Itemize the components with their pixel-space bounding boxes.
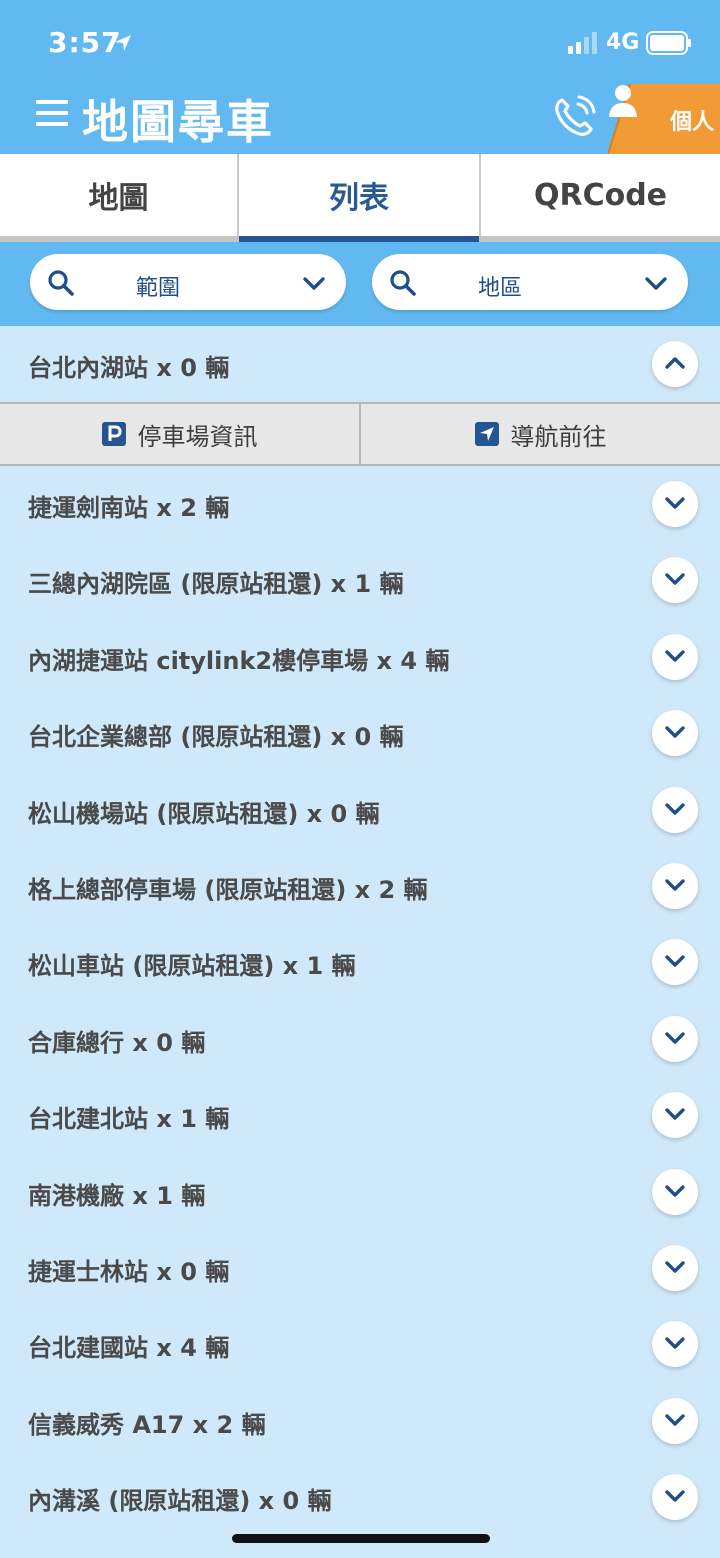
expand-button[interactable] bbox=[652, 1321, 698, 1368]
range-filter-label: 範圍 bbox=[135, 276, 180, 301]
chevron-down-icon bbox=[665, 726, 685, 738]
list-item[interactable]: 松山車站 (限原站租還) x 1 輛 bbox=[0, 924, 720, 1000]
chevron-up-icon bbox=[665, 357, 685, 369]
expand-button[interactable] bbox=[652, 862, 698, 909]
home-indicator bbox=[232, 1534, 490, 1543]
tab-qrcode-label: QRCode bbox=[533, 177, 668, 213]
chevron-down-icon bbox=[303, 277, 325, 290]
chevron-down-icon bbox=[665, 802, 685, 815]
station-label: 台北內湖站 x 0 輛 bbox=[28, 354, 230, 382]
expand-button[interactable] bbox=[652, 1092, 698, 1139]
profile-button[interactable]: 個人 bbox=[608, 84, 720, 154]
person-icon bbox=[609, 85, 637, 117]
expand-button[interactable] bbox=[652, 1244, 698, 1291]
list-item[interactable]: 台北建國站 x 4 輛 bbox=[0, 1306, 720, 1382]
chevron-down-icon bbox=[665, 1490, 685, 1502]
station-action-bar: 停車場資訊 導航前往 bbox=[0, 402, 720, 466]
list-item[interactable]: 松山機場站 (限原站租還) x 0 輛 bbox=[0, 772, 720, 848]
parking-info-label: 停車場資訊 bbox=[137, 422, 258, 451]
view-tab-bar: 地圖 列表 QRCode bbox=[0, 154, 720, 242]
chevron-down-icon bbox=[665, 1032, 685, 1044]
station-label: 捷運士林站 x 0 輛 bbox=[28, 1257, 230, 1286]
chevron-down-icon bbox=[665, 955, 685, 968]
list-item[interactable]: 內湖捷運站 citylink2樓停車場 x 4 輛 bbox=[0, 619, 720, 695]
navigate-button[interactable]: 導航前往 bbox=[361, 404, 720, 464]
chevron-down-icon bbox=[665, 1337, 685, 1349]
station-label: 三總內湖院區 (限原站租還) x 1 輛 bbox=[28, 570, 404, 599]
station-label: 松山機場站 (限原站租還) x 0 輛 bbox=[28, 799, 380, 828]
list-item[interactable]: 捷運士林站 x 0 輛 bbox=[0, 1230, 720, 1306]
list-item[interactable]: 捷運劍南站 x 2 輛 bbox=[0, 466, 720, 542]
app-header: 3:57 4G 地圖尋車 個人 bbox=[0, 0, 720, 154]
profile-label: 個人 bbox=[670, 110, 715, 135]
list-item-expanded[interactable]: 台北內湖站 x 0 輛 bbox=[0, 326, 720, 402]
tab-map[interactable]: 地圖 bbox=[0, 154, 239, 236]
station-label: 松山車站 (限原站租還) x 1 輛 bbox=[28, 952, 356, 981]
station-label: 合庫總行 x 0 輛 bbox=[28, 1028, 206, 1057]
list-item[interactable]: 內溝溪 (限原站租還) x 0 輛 bbox=[0, 1459, 720, 1535]
list-item[interactable]: 台北企業總部 (限原站租還) x 0 輛 bbox=[0, 695, 720, 771]
chevron-down-icon bbox=[665, 650, 685, 662]
chevron-down-icon bbox=[665, 1184, 685, 1197]
filter-bar: 範圍 地區 bbox=[0, 242, 720, 326]
signal-strength-icon bbox=[568, 32, 597, 54]
expand-button[interactable] bbox=[652, 481, 698, 527]
chevron-down-icon bbox=[665, 1413, 685, 1426]
expand-button[interactable] bbox=[652, 786, 698, 833]
phone-call-icon[interactable] bbox=[552, 94, 598, 138]
range-filter-select[interactable]: 範圍 bbox=[30, 254, 346, 310]
expand-button[interactable] bbox=[652, 1397, 698, 1444]
chevron-down-icon bbox=[665, 573, 685, 586]
station-label: 台北建國站 x 4 輛 bbox=[28, 1334, 230, 1363]
expand-button[interactable] bbox=[652, 1474, 698, 1521]
menu-icon[interactable] bbox=[36, 98, 68, 128]
list-item[interactable]: 南港機廠 x 1 輛 bbox=[0, 1154, 720, 1230]
chevron-down-icon bbox=[665, 879, 685, 891]
parking-icon bbox=[101, 422, 126, 446]
expand-button[interactable] bbox=[652, 633, 698, 680]
list-item[interactable]: 三總內湖院區 (限原站租還) x 1 輛 bbox=[0, 542, 720, 618]
expand-button[interactable] bbox=[652, 939, 698, 986]
list-item[interactable]: 合庫總行 x 0 輛 bbox=[0, 1001, 720, 1077]
status-bar: 3:57 4G bbox=[0, 0, 720, 80]
navigate-label: 導航前往 bbox=[510, 422, 607, 451]
chevron-down-icon bbox=[665, 1108, 685, 1120]
tab-qrcode[interactable]: QRCode bbox=[481, 154, 720, 236]
collapse-button[interactable] bbox=[652, 341, 698, 387]
station-label: 南港機廠 x 1 輛 bbox=[28, 1181, 206, 1210]
station-list: 台北內湖站 x 0 輛 停車場資訊 導航前往 捷運劍南站 x 2 輛三總內湖院區… bbox=[0, 326, 720, 1535]
list-item[interactable]: 台北建北站 x 1 輛 bbox=[0, 1077, 720, 1153]
list-item[interactable]: 格上總部停車場 (限原站租還) x 2 輛 bbox=[0, 848, 720, 924]
tab-map-label: 地圖 bbox=[88, 181, 149, 216]
station-label: 信義威秀 A17 x 2 輛 bbox=[28, 1410, 266, 1439]
station-rows: 捷運劍南站 x 2 輛三總內湖院區 (限原站租還) x 1 輛內湖捷運站 cit… bbox=[0, 466, 720, 1535]
expand-button[interactable] bbox=[652, 710, 698, 757]
expand-button[interactable] bbox=[652, 1168, 698, 1215]
page-title: 地圖尋車 bbox=[82, 95, 274, 149]
network-label: 4G bbox=[606, 30, 640, 55]
area-filter-select[interactable]: 地區 bbox=[372, 254, 688, 310]
station-label: 內溝溪 (限原站租還) x 0 輛 bbox=[28, 1487, 332, 1516]
battery-icon bbox=[646, 31, 691, 55]
chevron-down-icon bbox=[665, 1261, 685, 1273]
expand-button[interactable] bbox=[652, 557, 698, 604]
tab-list[interactable]: 列表 bbox=[239, 154, 481, 242]
station-label: 台北企業總部 (限原站租還) x 0 輛 bbox=[28, 723, 404, 752]
chevron-down-icon bbox=[665, 497, 685, 509]
navigation-arrow-icon bbox=[474, 422, 499, 446]
station-label: 台北建北站 x 1 輛 bbox=[28, 1105, 230, 1134]
chevron-down-icon bbox=[645, 277, 667, 290]
location-arrow-icon bbox=[115, 35, 131, 51]
station-label: 捷運劍南站 x 2 輛 bbox=[28, 494, 230, 522]
status-time: 3:57 bbox=[48, 26, 122, 59]
list-item[interactable]: 信義威秀 A17 x 2 輛 bbox=[0, 1383, 720, 1459]
station-label: 格上總部停車場 (限原站租還) x 2 輛 bbox=[28, 875, 428, 904]
parking-info-button[interactable]: 停車場資訊 bbox=[0, 404, 361, 464]
tab-list-label: 列表 bbox=[329, 181, 389, 216]
station-label: 內湖捷運站 citylink2樓停車場 x 4 輛 bbox=[28, 646, 450, 675]
area-filter-label: 地區 bbox=[477, 276, 522, 301]
expand-button[interactable] bbox=[652, 1015, 698, 1062]
